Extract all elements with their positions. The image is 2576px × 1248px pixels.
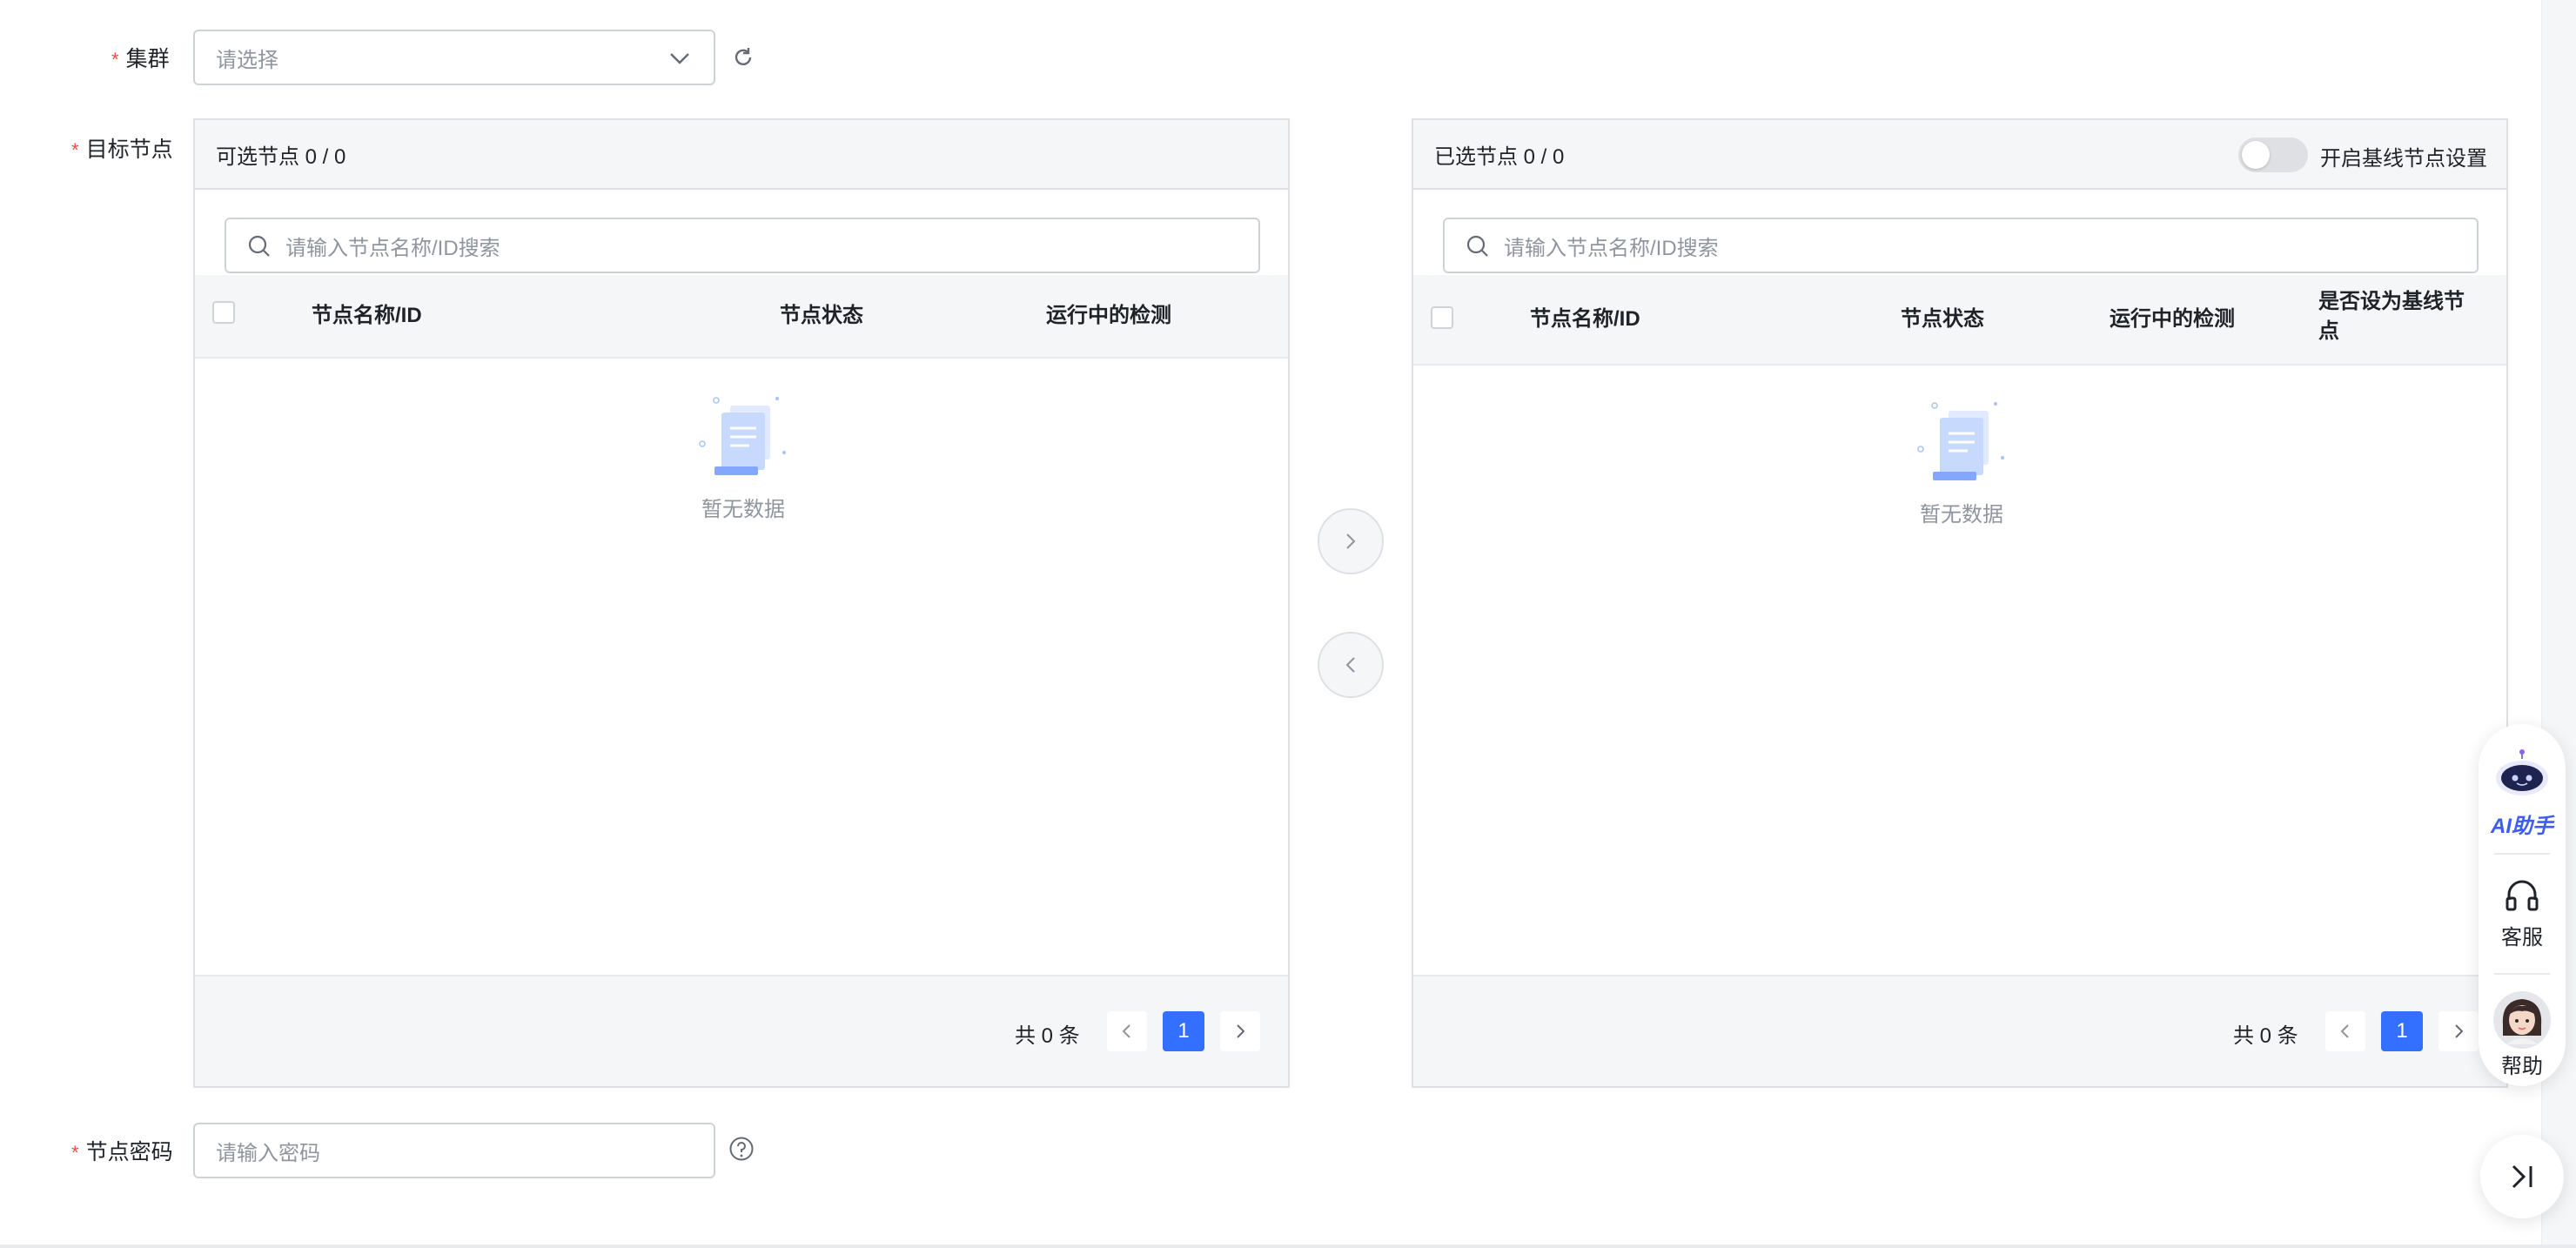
move-left-button[interactable]	[1318, 632, 1384, 698]
column-running-checks: 运行中的检测	[2110, 307, 2235, 331]
available-search-placeholder: 请输入节点名称/ID搜索	[285, 236, 500, 260]
selected-nodes-panel: 已选节点 0 / 0 开启基线节点设置 请输入节点名称/ID搜索 节点名称/ID…	[1412, 118, 2508, 1088]
node-password-placeholder: 请输入密码	[216, 1141, 320, 1165]
next-page-button[interactable]	[2438, 1011, 2479, 1051]
column-running-checks: 运行中的检测	[1046, 304, 1171, 327]
help-circle-icon[interactable]	[728, 1135, 755, 1163]
cluster-select[interactable]: 请选择	[193, 30, 715, 85]
move-right-button[interactable]	[1318, 508, 1384, 574]
available-nodes-title: 可选节点 0 / 0	[216, 144, 346, 169]
cluster-select-placeholder: 请选择	[216, 48, 278, 72]
chevron-left-icon	[1122, 1024, 1130, 1038]
select-all-checkbox[interactable]	[212, 301, 235, 324]
total-count: 共 0 条	[2233, 1024, 2298, 1048]
required-mark: *	[111, 49, 119, 70]
chevron-left-icon	[1345, 657, 1355, 673]
node-password-label: * 节点密码	[71, 1135, 173, 1166]
avatar	[2493, 991, 2551, 1049]
empty-text: 暂无数据	[1920, 503, 2003, 527]
search-icon	[1466, 234, 1490, 265]
selected-search-placeholder: 请输入节点名称/ID搜索	[1504, 236, 1719, 260]
total-count: 共 0 条	[1015, 1024, 1080, 1048]
toolbar-divider	[2494, 853, 2550, 855]
target-nodes-label-text: 目标节点	[85, 138, 173, 162]
empty-state: 暂无数据	[656, 395, 830, 522]
ai-assistant-label: AI助手	[2491, 815, 2553, 838]
floating-toolbar: AI助手 客服 帮助	[2479, 724, 2566, 1086]
help-button[interactable]: 帮助	[2479, 990, 2566, 1079]
cluster-label: * 集群	[111, 42, 170, 73]
selected-search-input[interactable]: 请输入节点名称/ID搜索	[1443, 218, 2479, 273]
toggle-knob	[2242, 141, 2270, 169]
chevron-right-icon	[1346, 533, 1356, 549]
empty-state: 暂无数据	[1875, 400, 2049, 527]
empty-text: 暂无数据	[701, 498, 785, 521]
bottom-divider	[0, 1245, 2576, 1248]
ai-assistant-button[interactable]: AI助手	[2479, 748, 2566, 839]
select-all-checkbox[interactable]	[1431, 306, 1453, 329]
robot-icon	[2496, 749, 2548, 795]
next-page-button[interactable]	[1220, 1011, 1260, 1051]
empty-document-icon	[1917, 402, 2004, 480]
available-nodes-panel: 可选节点 0 / 0 请输入节点名称/ID搜索 节点名称/ID 节点状态 运行中…	[193, 118, 1290, 1088]
baseline-toggle-label: 开启基线节点设置	[2320, 147, 2487, 171]
available-nodes-header: 可选节点 0 / 0	[195, 120, 1288, 190]
available-pagination: 共 0 条 1	[195, 975, 1288, 1086]
current-page-button[interactable]: 1	[1163, 1011, 1204, 1051]
available-search-input[interactable]: 请输入节点名称/ID搜索	[225, 218, 1260, 273]
toolbar-divider	[2494, 973, 2550, 975]
column-node-status: 节点状态	[1901, 307, 1984, 331]
refresh-icon[interactable]	[729, 44, 757, 71]
available-table-header: 节点名称/ID 节点状态 运行中的检测	[195, 275, 1288, 359]
node-password-label-text: 节点密码	[85, 1140, 173, 1164]
node-password-input[interactable]: 请输入密码	[193, 1123, 715, 1178]
selected-nodes-header: 已选节点 0 / 0 开启基线节点设置	[1413, 120, 2506, 190]
required-mark: *	[71, 1142, 79, 1164]
required-mark: *	[71, 139, 79, 161]
column-node-name: 节点名称/ID	[1530, 307, 1640, 331]
selected-table-header: 节点名称/ID 节点状态 运行中的检测 是否设为基线节点	[1413, 275, 2506, 366]
column-node-name: 节点名称/ID	[312, 304, 422, 327]
collapse-toolbar-button[interactable]	[2480, 1135, 2564, 1218]
customer-service-button[interactable]: 客服	[2479, 877, 2566, 950]
chevron-down-icon	[668, 47, 691, 76]
column-is-baseline: 是否设为基线节点	[2318, 290, 2465, 343]
collapse-right-icon	[2512, 1164, 2532, 1189]
target-nodes-label: * 目标节点	[71, 132, 173, 164]
prev-page-button[interactable]	[1107, 1011, 1147, 1051]
prev-page-button[interactable]	[2325, 1011, 2365, 1051]
chevron-right-icon	[1237, 1024, 1245, 1038]
cluster-label-text: 集群	[125, 47, 170, 71]
customer-service-label: 客服	[2501, 926, 2543, 949]
baseline-toggle[interactable]	[2238, 138, 2308, 172]
headset-icon	[2506, 880, 2539, 911]
column-node-status: 节点状态	[780, 304, 863, 327]
chevron-right-icon	[2455, 1024, 2464, 1038]
help-label: 帮助	[2501, 1055, 2543, 1078]
current-page-button[interactable]: 1	[2381, 1011, 2423, 1051]
chevron-left-icon	[2340, 1024, 2349, 1038]
selected-nodes-title: 已选节点 0 / 0	[1434, 144, 1565, 169]
search-icon	[247, 234, 272, 265]
empty-document-icon	[699, 397, 786, 475]
selected-pagination: 共 0 条 1	[1413, 975, 2506, 1086]
